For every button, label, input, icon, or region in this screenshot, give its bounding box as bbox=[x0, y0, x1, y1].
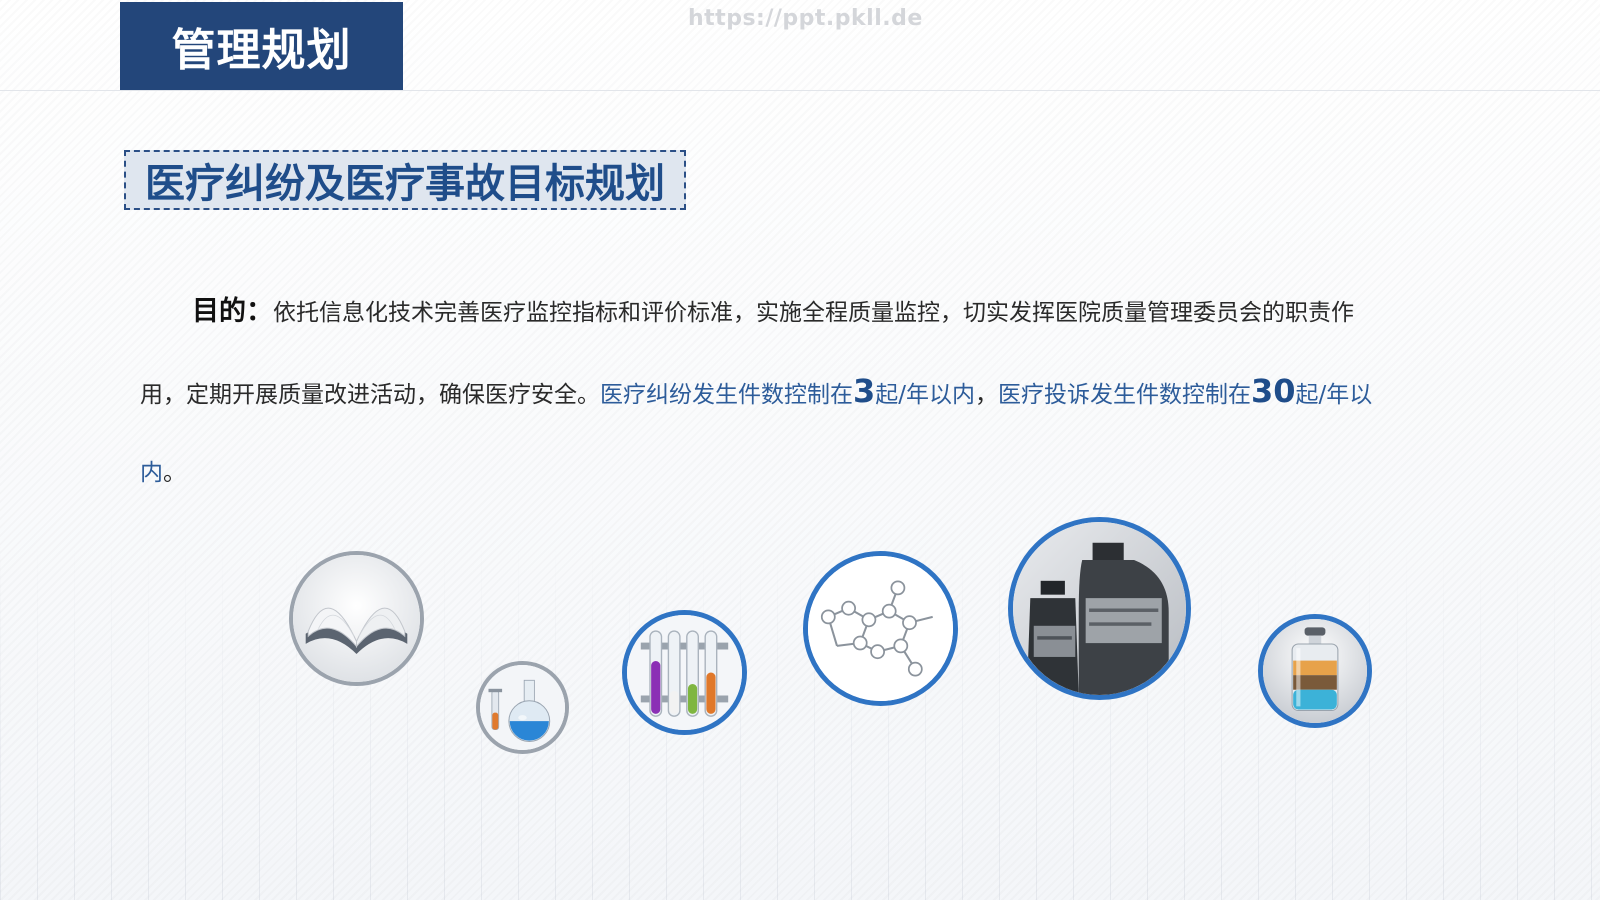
body-end: 。 bbox=[163, 460, 186, 486]
body-paragraph: 目的：依托信息化技术完善医疗监控指标和评价标准，实施全程质量监控，切实发挥医院质… bbox=[140, 273, 1385, 512]
goal-complaints-prefix: 医疗投诉发生件数控制在 bbox=[998, 382, 1252, 408]
goal-disputes-suffix: 起/年以内 bbox=[875, 382, 976, 408]
goal-disputes-prefix: 医疗纠纷发生件数控制在 bbox=[600, 382, 853, 408]
header-title: 管理规划 bbox=[120, 2, 403, 90]
flask-icon bbox=[476, 661, 569, 754]
watermark-url: https://ppt.pkll.de bbox=[688, 6, 923, 31]
goal-disputes-number: 3 bbox=[853, 372, 876, 410]
goal-complaints-number: 30 bbox=[1251, 372, 1296, 410]
medicine-bottles-icon bbox=[1008, 517, 1191, 700]
molecule-icon bbox=[803, 551, 958, 706]
header-divider bbox=[0, 90, 1600, 91]
section-title: 医疗纠纷及医疗事故目标规划 bbox=[124, 150, 686, 210]
open-book-icon bbox=[289, 551, 424, 686]
body-label: 目的： bbox=[192, 296, 273, 327]
goal-separator: ， bbox=[975, 382, 999, 408]
test-tubes-icon bbox=[622, 610, 747, 735]
background-lines bbox=[0, 540, 1600, 900]
layered-vial-icon bbox=[1258, 614, 1372, 728]
